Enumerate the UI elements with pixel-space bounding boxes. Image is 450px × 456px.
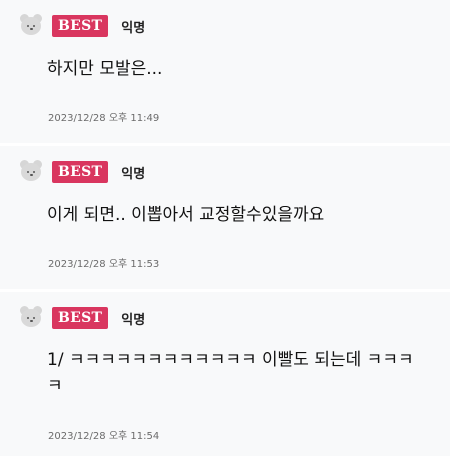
comment-header: BEST 익명 bbox=[19, 13, 145, 39]
comment-item: BEST 익명 이게 되면.. 이뽑아서 교정할수있을까요 2023/12/28… bbox=[0, 146, 450, 289]
bear-avatar-icon bbox=[19, 306, 43, 330]
comment-timestamp: 2023/12/28 오후 11:53 bbox=[48, 259, 160, 270]
author-name: 익명 bbox=[121, 312, 146, 328]
bear-avatar-icon bbox=[19, 160, 43, 184]
comment-header: BEST 익명 bbox=[19, 159, 145, 185]
comment-timestamp: 2023/12/28 오후 11:54 bbox=[48, 431, 160, 442]
best-badge: BEST bbox=[52, 15, 109, 37]
comment-header: BEST 익명 bbox=[19, 305, 145, 331]
comment-timestamp: 2023/12/28 오후 11:49 bbox=[48, 113, 160, 124]
comment-item: BEST 익명 하지만 모발은... 2023/12/28 오후 11:49 bbox=[0, 0, 450, 143]
comment-list: BEST 익명 하지만 모발은... 2023/12/28 오후 11:49 B… bbox=[0, 0, 450, 456]
author-name: 익명 bbox=[121, 20, 146, 36]
bear-avatar-icon bbox=[19, 14, 43, 38]
author-name: 익명 bbox=[121, 166, 146, 182]
best-badge: BEST bbox=[52, 161, 109, 183]
comment-text: 하지만 모발은... bbox=[47, 59, 163, 79]
comment-item: BEST 익명 1/ ㅋㅋㅋㅋㅋㅋㅋㅋㅋㅋㅋㅋ 이빨도 되는데 ㅋㅋㅋㅋ 202… bbox=[0, 292, 450, 456]
best-badge: BEST bbox=[52, 307, 109, 329]
comment-text: 1/ ㅋㅋㅋㅋㅋㅋㅋㅋㅋㅋㅋㅋ 이빨도 되는데 ㅋㅋㅋㅋ bbox=[47, 350, 414, 396]
comment-text: 이게 되면.. 이뽑아서 교정할수있을까요 bbox=[47, 205, 325, 225]
